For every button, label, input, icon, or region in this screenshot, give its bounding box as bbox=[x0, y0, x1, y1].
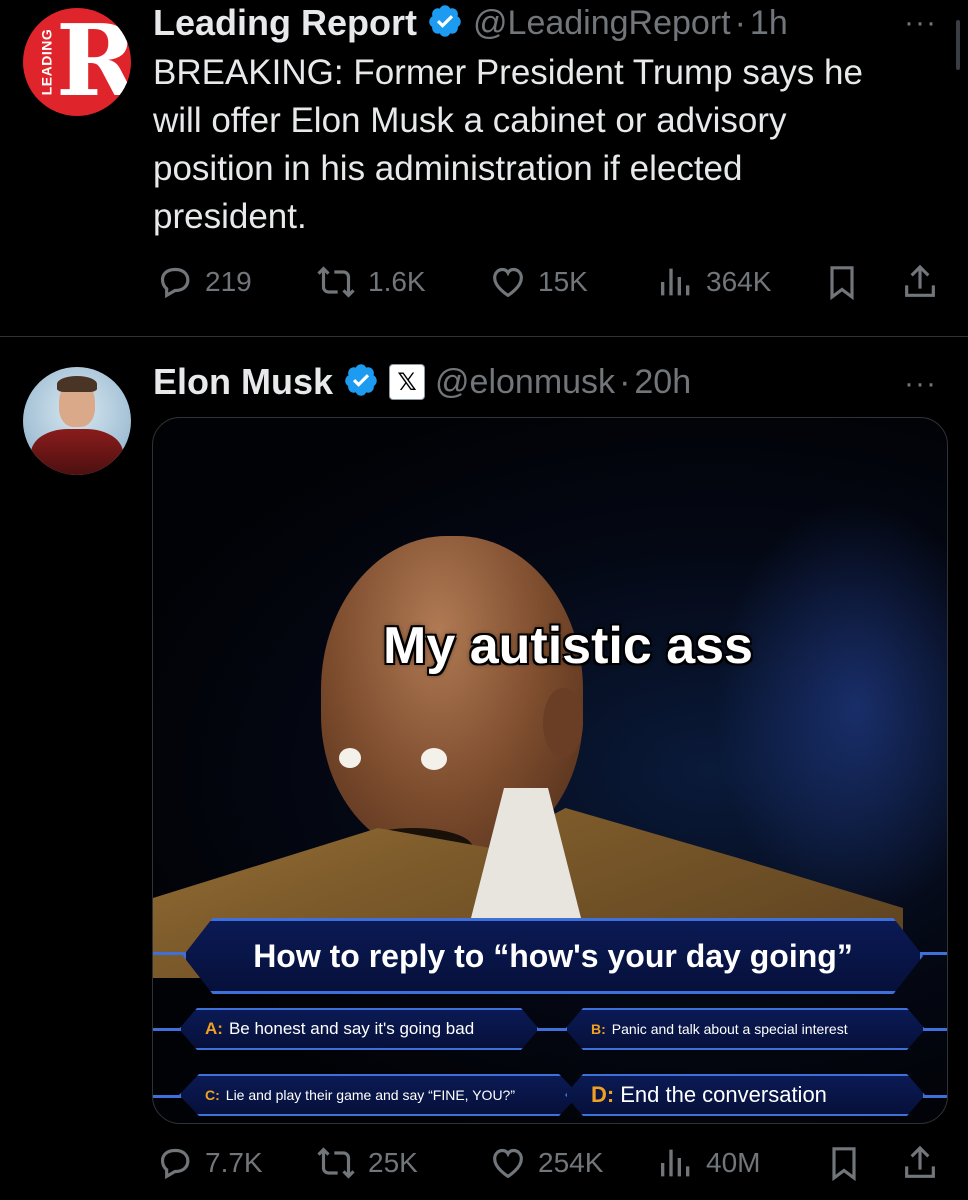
repost-count: 1.6K bbox=[368, 266, 426, 297]
x-affiliate-badge[interactable]: 𝕏 bbox=[389, 364, 426, 400]
scrollbar[interactable] bbox=[956, 20, 960, 70]
meme-answer-b: B: Panic and talk about a special intere… bbox=[565, 1008, 925, 1050]
reply-count: 219 bbox=[205, 266, 252, 297]
meme-caption: My autistic ass bbox=[383, 617, 753, 675]
tweet-text-line: BREAKING: Former President Trump says he bbox=[153, 53, 863, 92]
verified-icon bbox=[343, 362, 379, 403]
separator: · bbox=[734, 3, 746, 42]
answer-text: Be honest and say it's going bad bbox=[228, 1019, 475, 1038]
author-handle[interactable]: @LeadingReport bbox=[473, 4, 731, 43]
verified-icon bbox=[427, 3, 463, 44]
meme-answer-a: A: Be honest and say it's going bad bbox=[179, 1008, 539, 1050]
meme-eye-left bbox=[339, 748, 361, 768]
tweet-time[interactable]: 20h bbox=[634, 363, 691, 402]
answer-text: Panic and talk about a special interest bbox=[611, 1021, 848, 1037]
like-icon bbox=[493, 267, 523, 298]
repost-icon bbox=[317, 1147, 355, 1179]
bookmark-icon[interactable] bbox=[822, 262, 862, 307]
author-handle[interactable]: @elonmusk bbox=[435, 363, 615, 402]
view-count: 364K bbox=[706, 266, 772, 297]
meme-answer-c: C: Lie and play their game and say “FINE… bbox=[179, 1074, 579, 1116]
avatar-hair bbox=[57, 376, 97, 392]
author-name[interactable]: Elon Musk bbox=[153, 361, 333, 403]
answer-letter: A: bbox=[205, 1019, 223, 1038]
avatar-letter: R bbox=[56, 8, 131, 116]
tweet-text-line: will offer Elon Musk a cabinet or adviso… bbox=[153, 101, 787, 140]
repost-button[interactable]: 1.6K bbox=[314, 262, 426, 302]
views-button[interactable]: 364K bbox=[656, 262, 771, 302]
repost-count: 25K bbox=[368, 1147, 418, 1178]
meme-question: How to reply to “how's your day going” bbox=[183, 918, 923, 994]
tweet-text-line: president. bbox=[153, 197, 307, 236]
tweet-time[interactable]: 1h bbox=[750, 4, 788, 43]
tweet-text-line: position in his administration if electe… bbox=[153, 149, 743, 188]
like-button[interactable]: 254K bbox=[488, 1143, 603, 1183]
answer-letter: C: bbox=[205, 1087, 220, 1103]
answer-letter: B: bbox=[591, 1021, 606, 1037]
views-icon bbox=[661, 1149, 690, 1177]
like-icon bbox=[493, 1148, 523, 1179]
stage-light bbox=[713, 498, 947, 918]
separator: · bbox=[619, 362, 631, 401]
reply-button[interactable]: 7.7K bbox=[155, 1143, 263, 1183]
reply-icon bbox=[160, 1148, 190, 1180]
bookmark-icon[interactable] bbox=[824, 1143, 864, 1188]
avatar-leading-report[interactable]: R LEADING bbox=[23, 8, 131, 116]
views-icon bbox=[661, 268, 690, 296]
meme-eye-right bbox=[421, 748, 447, 770]
avatar-text: LEADING bbox=[38, 28, 55, 96]
like-button[interactable]: 15K bbox=[488, 262, 588, 302]
view-count: 40M bbox=[706, 1147, 761, 1178]
avatar-armor bbox=[31, 429, 123, 475]
author-name[interactable]: Leading Report bbox=[153, 2, 417, 44]
answer-letter: D: bbox=[591, 1082, 615, 1107]
share-icon[interactable] bbox=[900, 1143, 940, 1188]
tweet-text: BREAKING: Former President Trump says he… bbox=[153, 49, 943, 241]
reply-count: 7.7K bbox=[205, 1147, 263, 1178]
repost-icon bbox=[317, 266, 355, 298]
avatar-elon-musk[interactable] bbox=[23, 367, 131, 475]
like-count: 254K bbox=[538, 1147, 604, 1178]
reply-icon bbox=[160, 267, 190, 299]
more-icon[interactable]: ··· bbox=[904, 6, 937, 40]
tweet-media-image[interactable]: My autistic ass How to reply to “how's y… bbox=[152, 417, 948, 1124]
views-button[interactable]: 40M bbox=[656, 1143, 760, 1183]
answer-text: Lie and play their game and say “FINE, Y… bbox=[225, 1087, 515, 1103]
repost-button[interactable]: 25K bbox=[314, 1143, 418, 1183]
reply-button[interactable]: 219 bbox=[155, 262, 252, 302]
like-count: 15K bbox=[538, 266, 588, 297]
more-icon[interactable]: ··· bbox=[904, 367, 937, 401]
answer-text: End the conversation bbox=[620, 1082, 827, 1107]
meme-answer-d: D: End the conversation bbox=[565, 1074, 925, 1116]
share-icon[interactable] bbox=[900, 262, 940, 307]
tweet-leading-report[interactable]: R LEADING Leading Report @LeadingReport … bbox=[0, 0, 968, 336]
meme-ear bbox=[543, 688, 583, 758]
